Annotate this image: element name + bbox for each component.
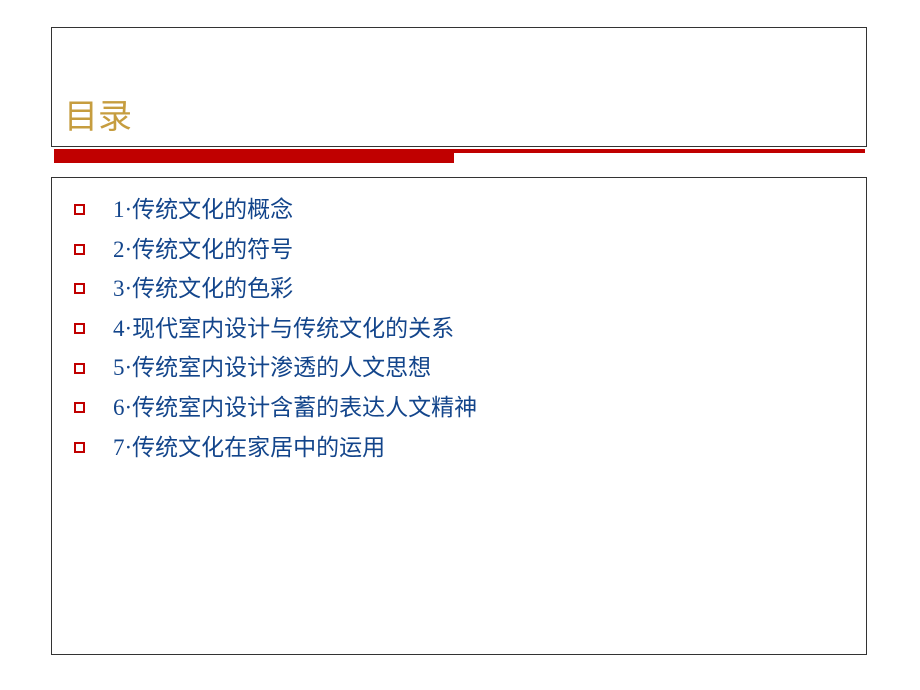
item-text: 3·传统文化的色彩	[113, 275, 293, 303]
list-item: 4·现代室内设计与传统文化的关系	[74, 315, 866, 343]
bullet-icon	[74, 323, 85, 334]
bullet-icon	[74, 442, 85, 453]
item-text: 5·传统室内设计渗透的人文思想	[113, 354, 431, 382]
bullet-icon	[74, 363, 85, 374]
bullet-icon	[74, 204, 85, 215]
item-text: 2·传统文化的符号	[113, 236, 293, 264]
item-text: 7·传统文化在家居中的运用	[113, 434, 385, 462]
bullet-icon	[74, 244, 85, 255]
list-item: 2·传统文化的符号	[74, 236, 866, 264]
content-container: 1·传统文化的概念 2·传统文化的符号 3·传统文化的色彩 4·现代室内设计与传…	[51, 177, 867, 655]
list-item: 3·传统文化的色彩	[74, 275, 866, 303]
list-item: 6·传统室内设计含蓄的表达人文精神	[74, 394, 866, 422]
page-title: 目录	[64, 89, 132, 138]
underline-thick	[54, 149, 454, 163]
list-item: 5·传统室内设计渗透的人文思想	[74, 354, 866, 382]
bullet-icon	[74, 283, 85, 294]
bullet-icon	[74, 402, 85, 413]
item-text: 1·传统文化的概念	[113, 196, 293, 224]
item-text: 6·传统室内设计含蓄的表达人文精神	[113, 394, 477, 422]
list-item: 1·传统文化的概念	[74, 196, 866, 224]
title-underline	[51, 146, 867, 166]
title-container: 目录	[51, 27, 867, 147]
item-text: 4·现代室内设计与传统文化的关系	[113, 315, 454, 343]
list-item: 7·传统文化在家居中的运用	[74, 434, 866, 462]
